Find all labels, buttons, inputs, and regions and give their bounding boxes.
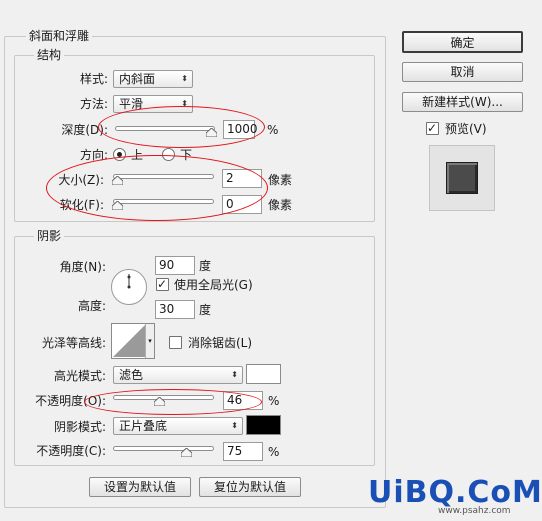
style-select-value: 内斜面 <box>119 72 156 86</box>
size-unit: 像素 <box>268 173 293 187</box>
shading-title: 阴影 <box>34 229 65 243</box>
preview-swatch <box>446 162 478 194</box>
direction-label: 方向: <box>79 148 108 162</box>
depth-slider-thumb[interactable] <box>205 128 217 137</box>
reset-default-button[interactable]: 复位为默认值 <box>199 477 301 497</box>
depth-slider-track[interactable] <box>115 126 215 131</box>
altitude-input[interactable]: 30 <box>155 300 195 319</box>
shadow-opacity-input[interactable]: 75 <box>223 442 263 461</box>
gloss-contour-picker[interactable]: ▾ <box>111 323 155 359</box>
depth-input[interactable]: 1000 <box>223 120 258 139</box>
radio-dot <box>117 152 122 157</box>
angle-unit: 度 <box>199 259 212 273</box>
chevron-down-icon: ▾ <box>145 324 154 358</box>
size-label: 大小(Z): <box>58 173 104 187</box>
preview-thumbnail <box>429 145 495 211</box>
soften-input[interactable]: 0 <box>222 195 262 214</box>
gloss-contour-label: 光泽等高线: <box>41 336 106 350</box>
global-light-checkbox[interactable]: ✓ <box>156 277 169 291</box>
size-slider-track[interactable] <box>113 174 214 179</box>
soften-unit: 像素 <box>268 198 293 212</box>
depth-unit: % <box>267 123 279 137</box>
updown-arrow-icon: ⬍ <box>181 74 188 83</box>
direction-up-radio[interactable] <box>113 148 126 161</box>
check-icon: ✓ <box>427 121 438 135</box>
highlight-opacity-unit: % <box>268 394 280 408</box>
altitude-label: 高度: <box>77 299 106 313</box>
antialias-checkbox[interactable] <box>169 336 182 349</box>
style-label: 样式: <box>79 72 108 86</box>
updown-arrow-icon: ⬍ <box>231 421 238 430</box>
style-select[interactable]: 内斜面 ⬍ <box>113 70 193 88</box>
direction-down-label[interactable]: 下 <box>180 147 192 163</box>
watermark-site: www.psahz.com <box>438 506 511 516</box>
angle-dial[interactable] <box>110 268 148 306</box>
soften-label: 软化(F): <box>59 198 104 212</box>
ok-button[interactable]: 确定 <box>402 31 523 53</box>
structure-title: 结构 <box>34 48 65 62</box>
highlight-mode-value: 滤色 <box>119 368 144 382</box>
soften-slider-track[interactable] <box>113 199 214 204</box>
highlight-mode-label: 高光模式: <box>53 369 106 383</box>
highlight-opacity-thumb[interactable] <box>154 397 166 406</box>
preview-checkbox[interactable]: ✓ <box>426 121 439 135</box>
shadow-opacity-track[interactable] <box>113 446 214 451</box>
contour-preview-icon <box>113 325 145 357</box>
shadow-opacity-thumb[interactable] <box>181 448 193 457</box>
updown-arrow-icon: ⬍ <box>181 99 188 108</box>
depth-label: 深度(D): <box>61 123 108 137</box>
altitude-unit: 度 <box>199 303 212 317</box>
soften-slider-thumb[interactable] <box>111 201 123 210</box>
highlight-opacity-input[interactable]: 46 <box>223 391 263 410</box>
angle-label: 角度(N): <box>59 260 106 274</box>
check-icon: ✓ <box>157 277 168 291</box>
cancel-button[interactable]: 取消 <box>402 62 523 82</box>
direction-up-label[interactable]: 上 <box>131 147 143 163</box>
preview-label[interactable]: 预览(V) <box>445 121 487 137</box>
size-input[interactable]: 2 <box>222 169 262 188</box>
direction-down-radio[interactable] <box>162 148 175 161</box>
technique-select-value: 平滑 <box>119 97 144 111</box>
shadow-opacity-label: 不透明度(C): <box>36 444 106 458</box>
antialias-label[interactable]: 消除锯齿(L) <box>188 335 252 351</box>
highlight-opacity-label: 不透明度(O): <box>35 394 106 408</box>
shadow-mode-label: 阴影模式: <box>53 420 106 434</box>
shadow-opacity-unit: % <box>268 445 280 459</box>
technique-select[interactable]: 平滑 ⬍ <box>113 95 193 113</box>
bevel-emboss-title: 斜面和浮雕 <box>26 29 93 43</box>
new-style-button[interactable]: 新建样式(W)... <box>402 92 523 112</box>
highlight-mode-select[interactable]: 滤色 ⬍ <box>113 366 243 384</box>
size-slider-thumb[interactable] <box>111 176 123 185</box>
shadow-mode-select[interactable]: 正片叠底 ⬍ <box>113 417 243 435</box>
angle-input[interactable]: 90 <box>155 256 195 275</box>
highlight-color-swatch[interactable] <box>246 364 281 384</box>
shadow-color-swatch[interactable] <box>246 415 281 435</box>
watermark-brand: UiBQ.CoM <box>368 475 542 510</box>
technique-label: 方法: <box>79 97 108 111</box>
shadow-mode-value: 正片叠底 <box>119 419 168 433</box>
make-default-button[interactable]: 设置为默认值 <box>89 477 191 497</box>
global-light-label[interactable]: 使用全局光(G) <box>174 277 253 293</box>
updown-arrow-icon: ⬍ <box>231 370 238 379</box>
